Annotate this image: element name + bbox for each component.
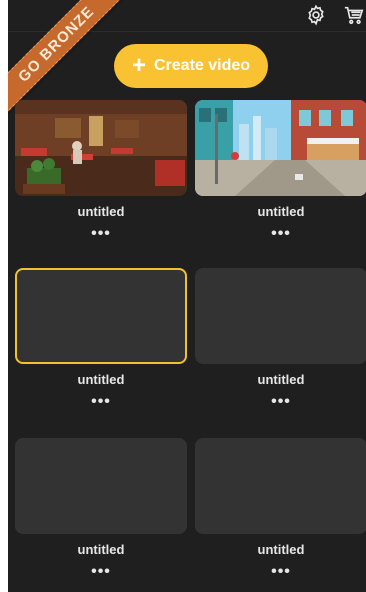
video-thumbnail[interactable]: [15, 438, 187, 534]
more-options-button[interactable]: •••: [195, 564, 366, 580]
video-title: untitled: [77, 372, 125, 387]
video-card: untitled •••: [15, 438, 187, 580]
more-options-button[interactable]: •••: [195, 226, 366, 242]
video-card: untitled •••: [15, 100, 187, 242]
video-title: untitled: [77, 542, 125, 557]
shopping-cart-icon[interactable]: [342, 3, 366, 27]
video-thumbnail-street[interactable]: [195, 100, 366, 196]
more-options-button[interactable]: •••: [15, 394, 187, 410]
video-title: untitled: [257, 204, 305, 219]
video-title: untitled: [257, 372, 305, 387]
city-street-scene-image: [195, 100, 366, 196]
more-options-button[interactable]: •••: [195, 394, 366, 410]
restaurant-scene-image: [15, 100, 187, 196]
settings-gear-icon[interactable]: [304, 3, 328, 27]
create-video-button[interactable]: + Create video: [114, 44, 268, 88]
more-options-button[interactable]: •••: [15, 564, 187, 580]
video-title: untitled: [257, 542, 305, 557]
video-card: untitled •••: [195, 438, 366, 580]
create-video-label: Create video: [153, 57, 251, 74]
video-card: untitled •••: [15, 268, 187, 410]
video-thumbnail[interactable]: [195, 268, 366, 364]
video-card: untitled •••: [195, 268, 366, 410]
plus-icon: +: [131, 52, 146, 79]
video-title: untitled: [77, 204, 125, 219]
more-options-button[interactable]: •••: [15, 226, 187, 242]
app-screen: GO BRONZE + Create video untitled ••• un…: [8, 0, 366, 592]
video-card: untitled •••: [195, 100, 366, 242]
video-thumbnail-selected[interactable]: [15, 268, 187, 364]
video-thumbnail-restaurant[interactable]: [15, 100, 187, 196]
video-thumbnail[interactable]: [195, 438, 366, 534]
